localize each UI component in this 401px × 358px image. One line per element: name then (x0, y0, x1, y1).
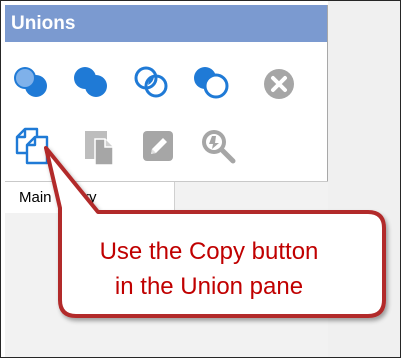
edit-icon (143, 131, 173, 161)
tab-main-query[interactable]: Main Query (5, 182, 175, 213)
exclude-icon (194, 67, 229, 99)
exclude-button[interactable] (191, 63, 235, 103)
callout-text: Use the Copy button in the Union pane (42, 234, 376, 304)
edit-button[interactable] (139, 127, 179, 167)
copy-icon (15, 127, 49, 165)
unions-pane: Unions (5, 5, 328, 181)
callout-line-2: in the Union pane (114, 273, 304, 300)
union-outline-button[interactable] (131, 63, 175, 103)
delete-icon (264, 69, 294, 99)
union-outline-icon (134, 66, 168, 98)
find-button[interactable] (197, 125, 241, 169)
screenshot-frame: Unions Main Query (0, 0, 401, 358)
intersect-icon (74, 67, 107, 97)
intersect-button[interactable] (71, 63, 115, 103)
union-icon (14, 67, 47, 97)
pane-title: Unions (5, 5, 327, 42)
paste-button[interactable] (79, 125, 119, 167)
copy-button[interactable] (13, 125, 53, 167)
find-icon (202, 130, 236, 164)
callout-line-1: Use the Copy button (99, 238, 319, 265)
union-button[interactable] (11, 63, 55, 103)
delete-button[interactable] (259, 65, 299, 103)
paste-icon (85, 131, 114, 166)
